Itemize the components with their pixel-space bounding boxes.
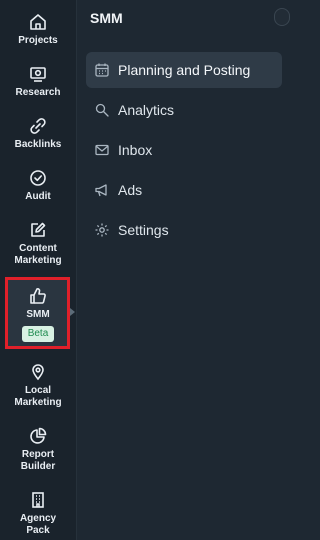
home-icon	[28, 12, 48, 32]
nav-item-backlinks[interactable]: Backlinks	[0, 116, 76, 151]
thumbs-up-icon	[28, 286, 48, 306]
search-analytics-icon	[94, 102, 110, 118]
nav-label: Audit	[25, 191, 51, 202]
nav-label: Report Builder	[20, 449, 56, 472]
location-pin-icon	[28, 362, 48, 382]
check-circle-icon	[28, 168, 48, 188]
menu-item-analytics[interactable]: Analytics	[86, 92, 282, 128]
expand-arrow-icon	[70, 308, 75, 316]
nav-label: SMM	[26, 309, 50, 320]
menu-label: Ads	[118, 182, 143, 198]
nav-item-agency-pack[interactable]: Agency Pack	[0, 490, 76, 537]
nav-label: Projects	[18, 35, 58, 46]
menu-item-ads[interactable]: Ads	[86, 172, 282, 208]
pie-chart-icon	[28, 426, 48, 446]
menu-label: Planning and Posting	[118, 62, 251, 78]
beta-badge: Beta	[21, 326, 55, 342]
collapse-toggle[interactable]	[274, 8, 290, 26]
nav-item-smm[interactable]: SMM Beta	[0, 286, 76, 342]
nav-item-projects[interactable]: Projects	[0, 12, 76, 47]
nav-item-local-marketing[interactable]: Local Marketing	[0, 362, 76, 409]
nav-item-research[interactable]: Research	[0, 64, 76, 99]
calendar-icon	[94, 62, 110, 78]
mail-icon	[94, 142, 110, 158]
nav-label: Local Marketing	[14, 385, 62, 408]
nav-label: Agency Pack	[19, 513, 57, 536]
edit-icon	[28, 220, 48, 240]
nav-item-audit[interactable]: Audit	[0, 168, 76, 203]
building-icon	[28, 490, 48, 510]
menu-label: Settings	[118, 222, 169, 238]
menu-item-inbox[interactable]: Inbox	[86, 132, 282, 168]
menu-item-settings[interactable]: Settings	[86, 212, 282, 248]
megaphone-icon	[94, 182, 110, 198]
nav-label: Content Marketing	[14, 243, 62, 266]
panel-title: SMM	[90, 10, 123, 26]
nav-label: Research	[15, 87, 61, 98]
menu-item-planning-and-posting[interactable]: Planning and Posting	[86, 52, 282, 88]
left-nav-rail: Projects Research Backlinks Audit Conten…	[0, 0, 77, 540]
menu-label: Inbox	[118, 142, 153, 158]
screen-search-icon	[28, 64, 48, 84]
nav-item-content-marketing[interactable]: Content Marketing	[0, 220, 76, 267]
menu-label: Analytics	[118, 102, 175, 118]
nav-item-report-builder[interactable]: Report Builder	[0, 426, 76, 473]
link-icon	[28, 116, 48, 136]
gear-icon	[94, 222, 110, 238]
nav-label: Backlinks	[14, 139, 62, 150]
